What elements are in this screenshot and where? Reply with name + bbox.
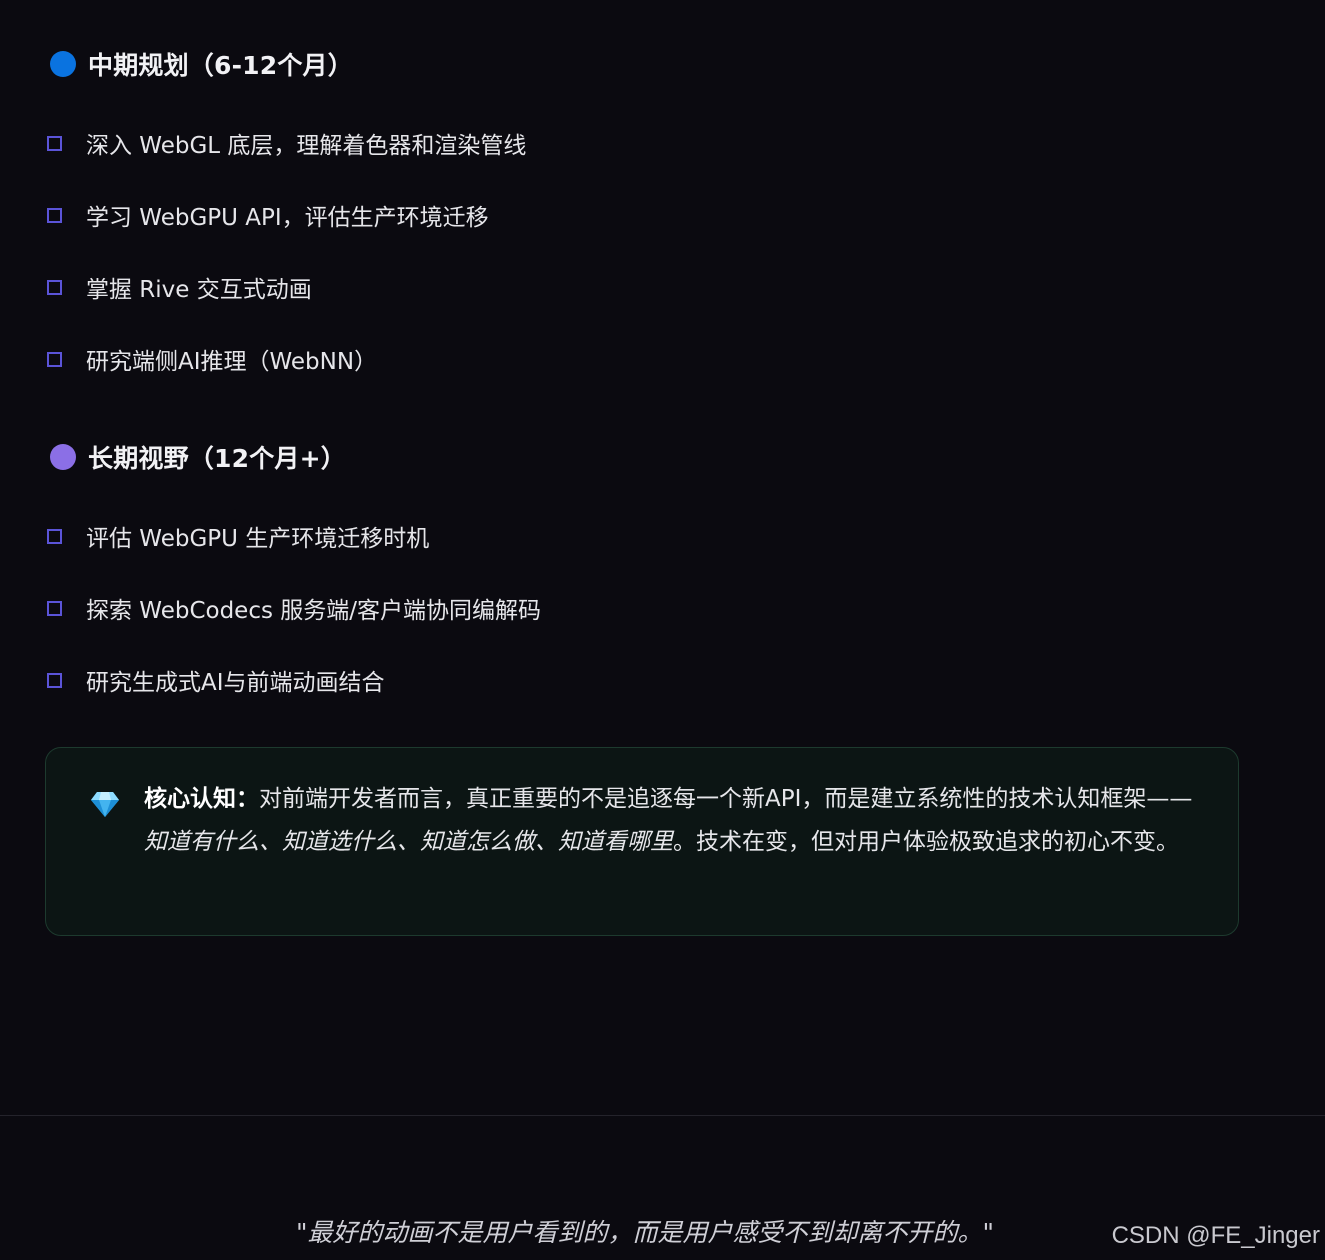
callout-text-after: 。技术在变，但对用户体验极致追求的初心不变。 [673, 829, 1179, 855]
task-label: 掌握 Rive 交互式动画 [86, 277, 312, 303]
section-title: 长期视野（12个月+） [88, 444, 346, 473]
callout-label: 核心认知： [144, 786, 259, 812]
task-checkbox[interactable] [47, 351, 62, 367]
task-label: 深入 WebGL 底层，理解着色器和渲染管线 [86, 133, 527, 159]
task-item: 学习 WebGPU API，评估生产环境迁移 [47, 200, 489, 231]
task-label: 研究生成式AI与前端动画结合 [86, 670, 385, 696]
callout-text: 核心认知：对前端开发者而言，真正重要的不是追逐每一个新API，而是建立系统性的技… [144, 778, 1212, 864]
section-heading-mid-term: 中期规划（6-12个月） [50, 49, 353, 80]
task-item: 探索 WebCodecs 服务端/客户端协同编解码 [47, 593, 542, 624]
task-item: 掌握 Rive 交互式动画 [47, 272, 312, 303]
core-insight-callout: 核心认知：对前端开发者而言，真正重要的不是追逐每一个新API，而是建立系统性的技… [45, 747, 1239, 936]
task-item: 深入 WebGL 底层，理解着色器和渲染管线 [47, 128, 527, 159]
task-checkbox[interactable] [47, 672, 62, 688]
task-label: 评估 WebGPU 生产环境迁移时机 [86, 526, 430, 552]
task-checkbox[interactable] [47, 279, 62, 295]
purple-circle-icon [50, 444, 76, 470]
task-item: 研究端侧AI推理（WebNN） [47, 344, 378, 375]
section-title: 中期规划（6-12个月） [88, 51, 353, 80]
section-heading-long-term: 长期视野（12个月+） [50, 442, 346, 473]
task-label: 研究端侧AI推理（WebNN） [86, 349, 378, 375]
task-checkbox[interactable] [47, 135, 62, 151]
callout-text-emphasis: 知道有什么、知道选什么、知道怎么做、知道看哪里 [144, 829, 673, 855]
footer-divider [0, 1115, 1325, 1116]
task-item: 研究生成式AI与前端动画结合 [47, 665, 385, 696]
task-label: 学习 WebGPU API，评估生产环境迁移 [86, 205, 489, 231]
blue-circle-icon [50, 51, 76, 77]
callout-text-before: 对前端开发者而言，真正重要的不是追逐每一个新API，而是建立系统性的技术认知框架… [259, 786, 1193, 812]
diamond-icon [90, 790, 120, 818]
task-checkbox[interactable] [47, 528, 62, 544]
task-label: 探索 WebCodecs 服务端/客户端协同编解码 [86, 598, 542, 624]
task-checkbox[interactable] [47, 207, 62, 223]
task-item: 评估 WebGPU 生产环境迁移时机 [47, 521, 430, 552]
task-checkbox[interactable] [47, 600, 62, 616]
csdn-watermark: CSDN @FE_Jinger [1111, 1222, 1320, 1249]
footer-quote: "最好的动画不是用户看到的，而是用户感受不到却离不开的。" [295, 1218, 994, 1247]
